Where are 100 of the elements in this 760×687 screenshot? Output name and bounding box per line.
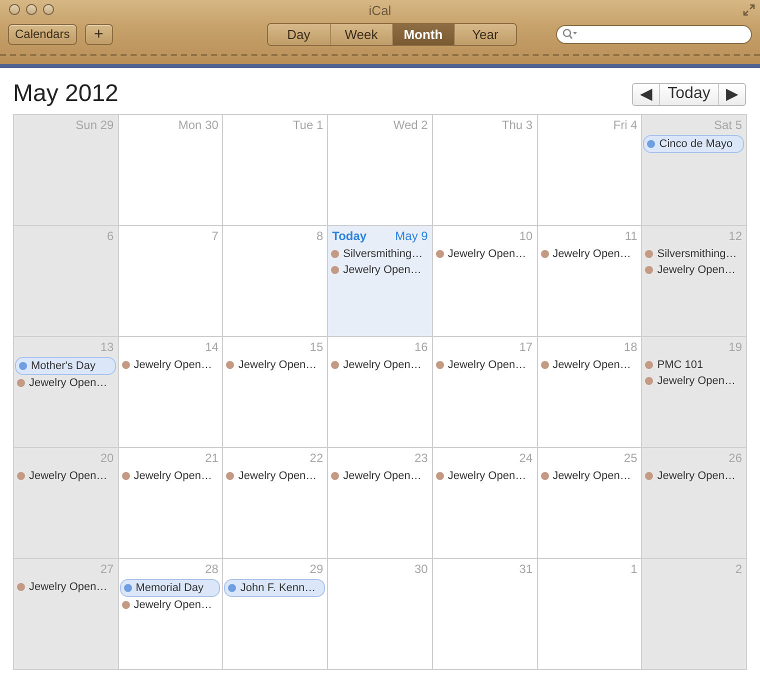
- day-cell[interactable]: 16 Jewelry Open…: [328, 337, 433, 448]
- calendar-event[interactable]: Jewelry Open…: [122, 468, 220, 484]
- month-title: May 2012: [13, 80, 118, 108]
- day-cell[interactable]: 28 Memorial Day Jewelry Open…: [118, 559, 224, 670]
- calendar-event[interactable]: Jewelry Open…: [540, 246, 640, 262]
- day-cell[interactable]: 29 John F. Kenn…: [223, 559, 328, 670]
- calendar-event[interactable]: Silversmithing…: [645, 246, 744, 262]
- day-number: 13: [100, 340, 114, 354]
- day-number: 31: [519, 562, 533, 576]
- calendar-event[interactable]: Jewelry Open…: [226, 468, 326, 484]
- day-cell[interactable]: 23 Jewelry Open…: [328, 448, 433, 559]
- day-cell[interactable]: 10 Jewelry Open…: [432, 226, 538, 337]
- all-day-event[interactable]: Cinco de Mayo: [643, 135, 744, 153]
- calendar-event[interactable]: Jewelry Open…: [645, 262, 744, 278]
- calendar-event[interactable]: Jewelry Open…: [436, 357, 535, 373]
- day-cell[interactable]: 27 Jewelry Open…: [14, 559, 119, 670]
- day-number: 16: [414, 340, 428, 354]
- day-number: 1: [630, 562, 638, 576]
- add-button[interactable]: +: [84, 24, 113, 44]
- day-number: 12: [728, 229, 742, 243]
- zoom-button[interactable]: [43, 4, 54, 15]
- day-number: 21: [205, 451, 218, 465]
- day-number: 27: [100, 562, 114, 576]
- day-number: Fri 4: [613, 118, 638, 132]
- day-number: 15: [310, 340, 324, 354]
- day-number: 6: [107, 229, 114, 243]
- day-number: 17: [519, 340, 533, 354]
- today-label: Today: [332, 229, 367, 243]
- calendar-event[interactable]: Jewelry Open…: [540, 468, 640, 484]
- calendar-event[interactable]: Jewelry Open…: [122, 597, 220, 613]
- calendar-event[interactable]: Jewelry Open…: [331, 468, 430, 484]
- fullscreen-icon[interactable]: [743, 4, 755, 16]
- day-cell[interactable]: 24 Jewelry Open…: [432, 448, 538, 559]
- day-cell[interactable]: 11 Jewelry Open…: [538, 226, 642, 337]
- day-cell[interactable]: 12 Silversmithing… Jewelry Open…: [642, 226, 747, 337]
- day-number: May 9: [395, 229, 428, 243]
- day-number: Sun 29: [76, 118, 114, 132]
- calendar-event[interactable]: PMC 101: [645, 357, 744, 373]
- day-number: 22: [310, 451, 324, 465]
- day-cell[interactable]: 18 Jewelry Open…: [538, 337, 642, 448]
- view-tab[interactable]: Month: [392, 24, 454, 44]
- day-number: Wed 2: [393, 118, 428, 132]
- all-day-event[interactable]: Memorial Day: [120, 579, 220, 597]
- day-cell[interactable]: Sat 5 Cinco de Mayo: [642, 115, 747, 226]
- day-cell[interactable]: 20 Jewelry Open…: [14, 448, 119, 559]
- day-number: 20: [100, 451, 114, 465]
- day-number: 2: [735, 562, 742, 576]
- day-number: Thu 3: [502, 118, 533, 132]
- previous-button[interactable]: ◀: [633, 84, 659, 104]
- search-field[interactable]: [556, 24, 752, 44]
- day-cell[interactable]: 17 Jewelry Open…: [432, 337, 538, 448]
- all-day-event[interactable]: John F. Kenn…: [224, 579, 326, 597]
- day-number: 28: [205, 562, 218, 576]
- day-cell[interactable]: 22 Jewelry Open…: [223, 448, 328, 559]
- calendar-event[interactable]: Jewelry Open…: [17, 579, 116, 595]
- minimize-button[interactable]: [26, 4, 37, 15]
- day-cell[interactable]: 13 Mother's Day Jewelry Open…: [14, 337, 119, 448]
- calendar-event[interactable]: Jewelry Open…: [226, 357, 326, 373]
- calendar-event[interactable]: Jewelry Open…: [645, 468, 744, 484]
- calendar-event[interactable]: Jewelry Open…: [436, 246, 535, 262]
- calendars-button[interactable]: Calendars: [8, 24, 77, 44]
- day-number: 30: [414, 562, 428, 576]
- calendar-event[interactable]: Jewelry Open…: [331, 357, 430, 373]
- day-number: 25: [624, 451, 638, 465]
- view-tab[interactable]: Year: [454, 24, 516, 44]
- day-cell[interactable]: 21 Jewelry Open…: [118, 448, 224, 559]
- calendar-event[interactable]: Silversmithing…: [331, 246, 430, 262]
- day-cell[interactable]: 19 PMC 101 Jewelry Open…: [642, 337, 747, 448]
- calendar-event[interactable]: Jewelry Open…: [17, 468, 116, 484]
- day-number: Sat 5: [714, 118, 742, 132]
- search-icon: [562, 28, 578, 40]
- all-day-event[interactable]: Mother's Day: [15, 357, 116, 375]
- today-button[interactable]: Today: [659, 84, 719, 104]
- calendar-event[interactable]: Jewelry Open…: [540, 357, 640, 373]
- view-tab[interactable]: Week: [330, 24, 392, 44]
- day-number: 18: [624, 340, 638, 354]
- day-cell[interactable]: Today May 9 Silversmithing… Jewelry Open…: [328, 226, 433, 337]
- calendar-event[interactable]: Jewelry Open…: [645, 373, 744, 389]
- day-cell[interactable]: 26 Jewelry Open…: [642, 448, 747, 559]
- day-number: 10: [519, 229, 533, 243]
- day-number: 26: [728, 451, 742, 465]
- day-number: Mon 30: [178, 118, 218, 132]
- calendar-event[interactable]: Jewelry Open…: [17, 375, 116, 391]
- day-number: Tue 1: [292, 118, 324, 132]
- day-number: 8: [316, 229, 324, 243]
- day-number: 29: [310, 562, 324, 576]
- day-cell[interactable]: 25 Jewelry Open…: [538, 448, 642, 559]
- next-button[interactable]: ▶: [719, 84, 745, 104]
- calendar-event[interactable]: Jewelry Open…: [122, 357, 220, 373]
- window-title: iCal: [368, 3, 392, 18]
- calendar-event[interactable]: Jewelry Open…: [436, 468, 535, 484]
- day-cell[interactable]: 14 Jewelry Open…: [118, 337, 224, 448]
- day-number: 19: [728, 340, 742, 354]
- close-button[interactable]: [9, 4, 20, 15]
- calendar-event[interactable]: Jewelry Open…: [331, 262, 430, 278]
- day-cell[interactable]: 15 Jewelry Open…: [223, 337, 328, 448]
- day-number: 23: [414, 451, 428, 465]
- day-number: 7: [212, 229, 218, 243]
- day-number: 24: [519, 451, 533, 465]
- view-tab[interactable]: Day: [268, 24, 330, 44]
